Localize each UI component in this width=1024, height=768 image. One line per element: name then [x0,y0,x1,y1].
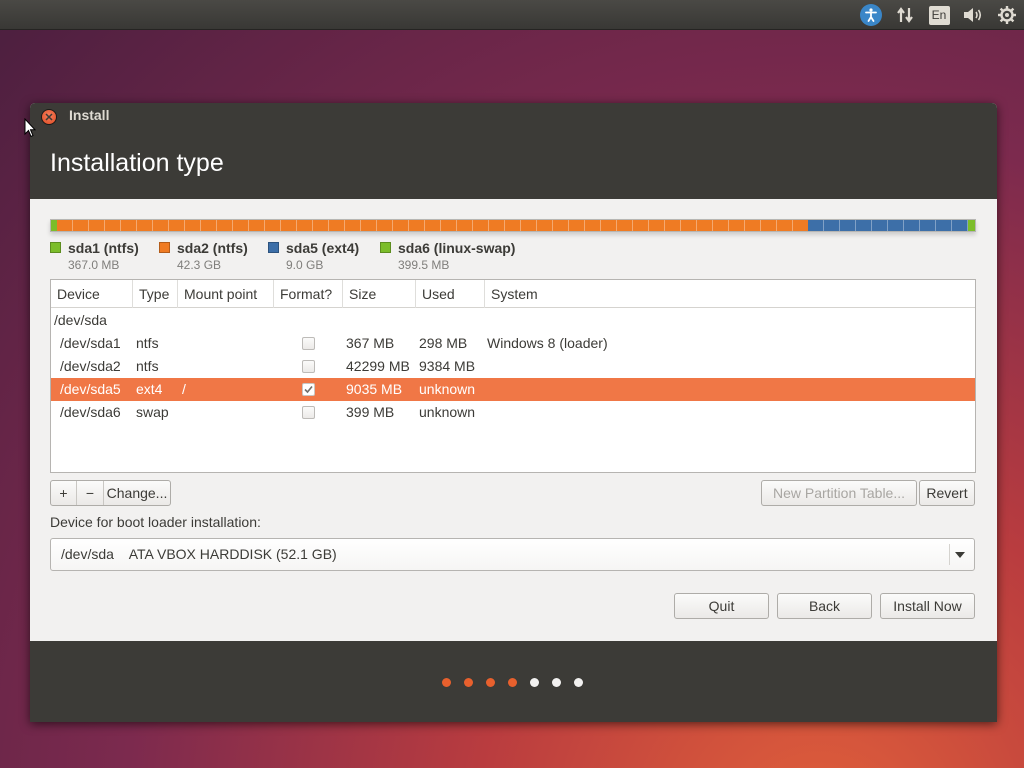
format-checkbox-checked[interactable] [302,383,315,396]
type-cell: ext4 [136,381,163,397]
back-button[interactable]: Back [777,593,872,619]
legend-size: 399.5 MB [398,258,450,272]
partition-bar-segment-sda5 [807,220,968,231]
format-checkbox[interactable] [302,360,315,373]
sound-icon[interactable] [960,3,986,27]
device-cell: /dev/sda [54,312,107,328]
page-title: Installation type [50,149,224,177]
format-checkbox[interactable] [302,406,315,419]
combo-separator [949,544,950,565]
progress-dot [552,678,561,687]
partition-table[interactable]: Device Type Mount point Format? Size Use… [50,279,976,473]
column-header-mount-point[interactable]: Mount point [178,280,274,308]
legend-label: sda1 (ntfs) [68,240,139,256]
legend-swatch [380,242,391,253]
size-cell: 42299 MB [346,358,410,374]
window-header: Install Installation type [30,103,997,199]
type-cell: ntfs [136,358,159,374]
keyboard-layout-icon[interactable]: En [928,3,950,27]
checkmark-icon [304,385,313,394]
progress-dot [486,678,495,687]
remove-partition-button[interactable]: − [77,481,103,505]
keyboard-layout-label: En [928,5,950,25]
used-cell: unknown [419,404,476,420]
add-partition-button[interactable]: + [51,481,76,505]
legend-swatch [159,242,170,253]
used-cell: 9384 MB [419,358,476,374]
table-row[interactable]: /dev/sda6 swap 399 MB unknown [51,401,975,424]
progress-dot [464,678,473,687]
legend-label: sda5 (ext4) [286,240,360,256]
partition-edit-buttons: + − Change... [50,480,171,506]
legend-size: 367.0 MB [68,258,120,272]
progress-dot [530,678,539,687]
window-footer [30,641,997,722]
mount-cell: / [182,381,186,397]
partition-bar [50,219,976,232]
system-cell: Windows 8 (loader) [487,335,608,351]
column-header-system[interactable]: System [485,280,975,308]
table-row-selected[interactable]: /dev/sda5 ext4 / 9035 MB unknown [51,378,975,401]
settings-gear-icon[interactable] [995,3,1019,27]
table-row[interactable]: /dev/sda1 ntfs 367 MB 298 MB Windows 8 (… [51,332,975,355]
boot-loader-label: Device for boot loader installation: [50,514,261,530]
table-header: Device Type Mount point Format? Size Use… [51,280,975,308]
window-title: Install [69,107,110,123]
network-icon[interactable] [893,3,917,27]
device-cell: /dev/sda1 [60,335,121,351]
column-header-device[interactable]: Device [51,280,133,308]
partition-bar-segment-sda2 [57,220,808,231]
revert-button[interactable]: Revert [919,480,975,506]
new-partition-table-button[interactable]: New Partition Table... [761,480,917,506]
column-header-format[interactable]: Format? [274,280,343,308]
progress-dot [508,678,517,687]
column-header-used[interactable]: Used [416,280,485,308]
device-cell: /dev/sda6 [60,404,121,420]
quit-button[interactable]: Quit [674,593,769,619]
table-row[interactable]: /dev/sda2 ntfs 42299 MB 9384 MB [51,355,975,378]
size-cell: 9035 MB [346,381,403,397]
device-cell: /dev/sda2 [60,358,121,374]
accessibility-icon[interactable] [859,3,883,27]
install-window: Install Installation type sda1 (ntfs) 36… [30,103,997,722]
top-panel: En [0,0,1024,30]
legend-size: 42.3 GB [177,258,222,272]
progress-dot [574,678,583,687]
table-row-group[interactable]: /dev/sda [51,309,975,332]
close-button[interactable] [41,109,57,125]
type-cell: swap [136,404,169,420]
partition-bar-segment-sda6 [967,220,975,231]
boot-loader-device-select[interactable]: /dev/sda ATA VBOX HARDDISK (52.1 GB) [50,538,975,571]
change-partition-button[interactable]: Change... [104,481,170,505]
mouse-pointer-icon [24,118,36,138]
legend-swatch [50,242,61,253]
type-cell: ntfs [136,335,159,351]
size-cell: 399 MB [346,404,395,420]
legend-label: sda6 (linux-swap) [398,240,516,256]
legend-size: 9.0 GB [286,258,324,272]
used-cell: 298 MB [419,335,468,351]
chevron-down-icon [955,552,965,558]
progress-dot [442,678,451,687]
legend-label: sda2 (ntfs) [177,240,248,256]
legend-swatch [268,242,279,253]
boot-loader-selected-value: /dev/sda ATA VBOX HARDDISK (52.1 GB) [61,546,337,562]
close-icon [45,113,53,121]
column-header-type[interactable]: Type [133,280,178,308]
format-checkbox[interactable] [302,337,315,350]
column-header-size[interactable]: Size [343,280,416,308]
size-cell: 367 MB [346,335,395,351]
used-cell: unknown [419,381,476,397]
install-now-button[interactable]: Install Now [880,593,975,619]
device-cell: /dev/sda5 [60,381,121,397]
